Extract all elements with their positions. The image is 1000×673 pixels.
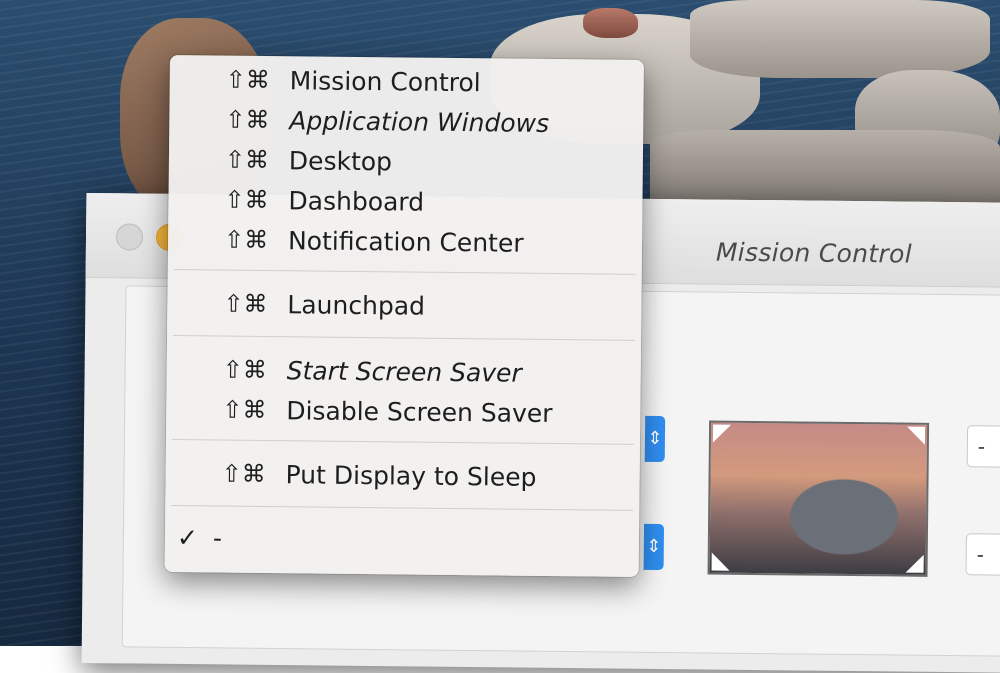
shift-command-icon: ⇧⌘ [222,355,267,385]
menu-item-label: Put Display to Sleep [285,459,537,492]
menu-item-notification-center[interactable]: ⇧⌘ Notification Center [168,219,642,264]
menu-item-disable-screen-saver[interactable]: ⇧⌘ Disable Screen Saver [166,389,640,434]
menu-item-label: Application Windows [289,105,550,138]
hot-corner-popup-menu: ⇧⌘ Mission Control ⇧⌘ Application Window… [164,55,644,577]
shift-command-icon: ⇧⌘ [221,459,266,489]
stone [690,0,990,78]
menu-item-label: Dashboard [288,185,425,217]
bottom-left-corner-select[interactable]: ⇕ [643,523,665,571]
desktop-preview-image [707,420,930,577]
menu-item-label: Desktop [288,145,393,176]
menu-item-mission-control[interactable]: ⇧⌘ Mission Control [170,59,644,104]
select-arrows-icon: ⇕ [646,535,662,558]
stone [583,8,638,38]
shift-command-icon: ⇧⌘ [224,185,269,215]
bottom-right-corner-select[interactable]: - [965,533,1000,576]
window-title: Mission Control [715,237,913,269]
menu-item-put-display-to-sleep[interactable]: ⇧⌘ Put Display to Sleep [165,453,639,498]
menu-item-launchpad[interactable]: ⇧⌘ Launchpad [167,283,641,328]
shift-command-icon: ⇧⌘ [223,225,269,255]
close-button[interactable] [115,223,144,251]
menu-item-label: Notification Center [287,225,524,258]
menu-item-label: Mission Control [289,65,481,97]
menu-item-label: Disable Screen Saver [286,395,553,428]
shift-command-icon: ⇧⌘ [224,145,270,175]
top-right-corner-select[interactable]: - [966,425,1000,468]
top-left-corner-select[interactable]: ⇕ [644,415,666,463]
menu-item-application-windows[interactable]: ⇧⌘ Application Windows [169,99,643,144]
corner-marker [712,424,732,443]
menu-item-desktop[interactable]: ⇧⌘ Desktop [169,139,643,184]
menu-item-none[interactable]: ✓ - [165,517,639,562]
menu-item-start-screen-saver[interactable]: ⇧⌘ Start Screen Saver [167,349,641,394]
shift-command-icon: ⇧⌘ [223,289,268,319]
corner-marker [711,552,730,571]
corner-marker [905,554,924,573]
menu-item-label: - [212,522,223,553]
menu-separator [171,439,634,445]
shift-command-icon: ⇧⌘ [225,105,270,135]
corner-marker [906,426,926,445]
menu-item-label: Start Screen Saver [286,355,522,388]
select-arrows-icon: ⇕ [647,427,663,450]
menu-item-label: Launchpad [287,289,426,321]
menu-separator [171,505,634,511]
stone [650,130,1000,210]
menu-separator [173,335,636,341]
menu-separator [173,269,636,275]
checkmark-icon: ✓ [176,522,199,552]
menu-item-dashboard[interactable]: ⇧⌘ Dashboard [168,179,642,224]
shift-command-icon: ⇧⌘ [225,65,270,95]
shift-command-icon: ⇧⌘ [222,395,267,425]
